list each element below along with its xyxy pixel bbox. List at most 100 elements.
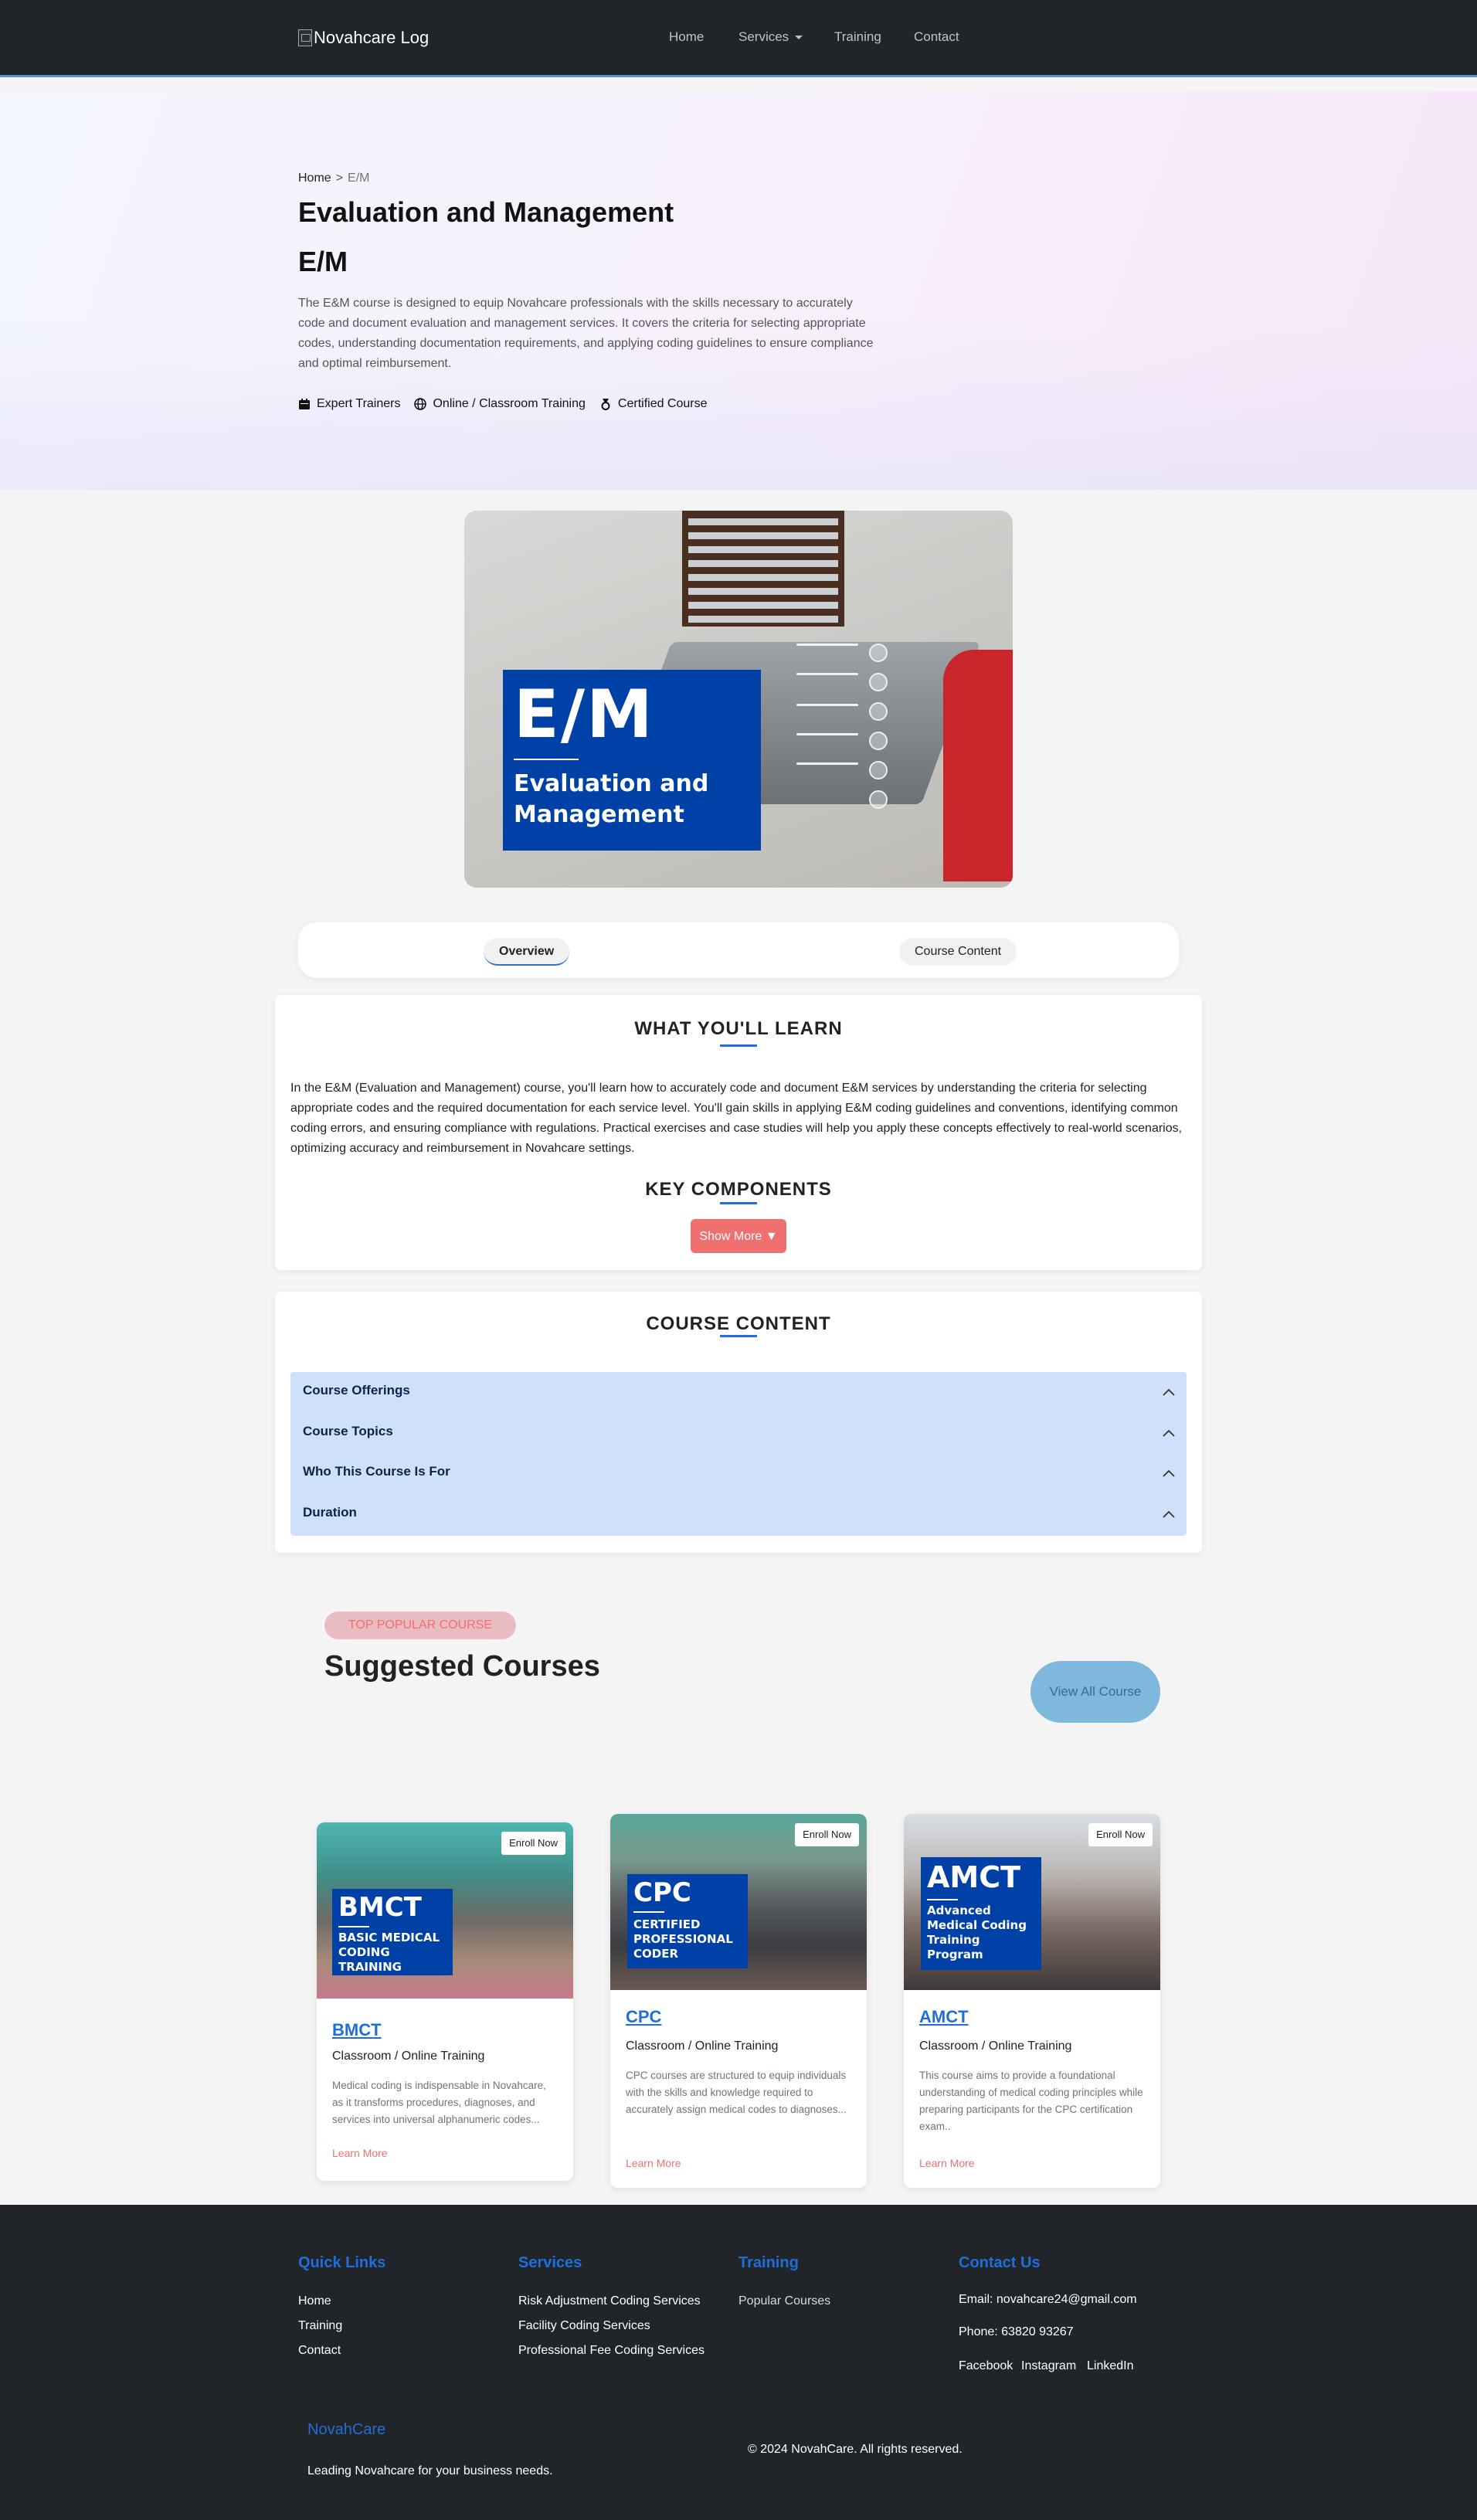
course-card-bmct: BMCT BASIC MEDICAL CODING TRAINING Enroll … [317, 1822, 573, 2181]
course-description: This course aims to provide a foundation… [919, 2070, 1143, 2132]
hero-section [0, 91, 1477, 490]
course-name-link[interactable]: AMCT [919, 2007, 969, 2027]
footer-link-popular-courses[interactable]: Popular Courses [738, 2294, 830, 2308]
course-content-title: COURSE CONTENT [646, 1313, 831, 1334]
footer-link-instagram[interactable]: Instagram [1021, 2359, 1076, 2373]
feature-label: Expert Trainers [317, 397, 401, 410]
learn-section-text: In the E&M (Evaluation and Management) c… [290, 1082, 1183, 1155]
nav-link-contact[interactable]: Contact [914, 29, 959, 45]
breadcrumb-chevron-icon: > [335, 172, 344, 185]
course-card-image: AMCT Advanced Medical Coding Training Progr… [904, 1814, 1160, 1990]
course-card-image: CPC CERTIFIED PROFESSIONAL CODER Enroll No… [610, 1814, 867, 1990]
badge-title: E/M [514, 676, 654, 753]
breadcrumb-current: E/M [348, 172, 370, 185]
checkmark-circle-icon [869, 673, 888, 691]
enroll-now-button[interactable]: Enroll Now [1088, 1823, 1153, 1846]
course-description: Medical coding is indispensable in Novah… [332, 2080, 546, 2125]
checkmark-circle-icon [869, 644, 888, 662]
course-content-card: COURSE CONTENT Course Offerings Course T… [275, 1292, 1202, 1553]
accordion-label: Course Offerings [303, 1383, 410, 1398]
site-logo[interactable]: Novahcare Log [298, 28, 429, 48]
course-badge: AMCT Advanced Medical Coding Training Progr… [921, 1857, 1041, 1970]
course-card-cpc: CPC CERTIFIED PROFESSIONAL CODER Enroll No… [610, 1814, 867, 2188]
medal-icon [601, 399, 610, 410]
footer-contact-title: Contact Us [959, 2254, 1041, 2271]
footer-link-home[interactable]: Home [298, 2294, 331, 2308]
footer-brand: NovahCare [307, 2421, 386, 2438]
course-name-link[interactable]: CPC [626, 2007, 661, 2027]
tab-overview[interactable]: Overview [484, 938, 570, 966]
footer-link-professional-fee[interactable]: Professional Fee Coding Services [518, 2344, 705, 2358]
feature-label: Online / Classroom Training [433, 397, 586, 410]
feature-certified: Certified Course [599, 397, 708, 411]
circle-icon [869, 702, 888, 721]
breadcrumb: Home > E/M [298, 172, 369, 185]
learn-more-link[interactable]: Learn More [919, 2157, 975, 2169]
tab-course-content[interactable]: Course Content [899, 938, 1017, 966]
course-description: CPC courses are structured to equip indi… [626, 2070, 847, 2115]
top-popular-badge: TOP POPULAR COURSE [324, 1612, 516, 1639]
nav-services-label: Services [738, 29, 789, 44]
feature-list: Expert Trainers Online / Classroom Train… [298, 397, 708, 411]
feature-label: Certified Course [617, 397, 708, 410]
footer-training-title: Training [738, 2254, 799, 2271]
calendar-icon [299, 399, 310, 409]
show-more-button[interactable]: Show More ▼ [691, 1219, 786, 1253]
accordion-course-topics[interactable]: Course Topics [303, 1424, 1176, 1447]
section-underline [720, 1044, 757, 1047]
caret-down-icon [795, 36, 803, 40]
chevron-up-icon [1163, 1510, 1175, 1518]
suggested-courses-title: Suggested Courses [324, 1650, 600, 1683]
footer-copyright: © 2024 NovahCare. All rights reserved. [748, 2443, 963, 2456]
broken-image-icon [298, 29, 312, 46]
footer-link-risk-adjustment[interactable]: Risk Adjustment Coding Services [518, 2294, 701, 2308]
course-banner-image: E/M Evaluation and Management [464, 511, 1013, 888]
footer-email: Email: novahcare24@gmail.com [959, 2293, 1137, 2306]
chevron-up-icon [1163, 1429, 1175, 1437]
footer-link-training[interactable]: Training [298, 2319, 342, 2333]
course-mode: Classroom / Online Training [626, 2039, 779, 2053]
nav-link-home[interactable]: Home [669, 29, 704, 45]
accordion-label: Course Topics [303, 1424, 393, 1438]
logo-alt-text: Novahcare Log [314, 28, 430, 47]
view-all-courses-button[interactable]: View All Course [1031, 1661, 1160, 1723]
enroll-now-button[interactable]: Enroll Now [501, 1832, 565, 1855]
course-card-image: BMCT BASIC MEDICAL CODING TRAINING Enroll … [317, 1822, 573, 1999]
key-components-title: KEY COMPONENTS [645, 1179, 832, 1200]
footer-tagline: Leading Novahcare for your business need… [307, 2464, 553, 2478]
course-card-amct: AMCT Advanced Medical Coding Training Progr… [904, 1814, 1160, 2188]
footer-link-linkedin[interactable]: LinkedIn [1087, 2359, 1134, 2373]
course-tabs: Overview Course Content [298, 922, 1179, 978]
course-badge: BMCT BASIC MEDICAL CODING TRAINING [332, 1889, 453, 1975]
red-sleeve-illustration [943, 650, 1013, 881]
enroll-now-button[interactable]: Enroll Now [795, 1823, 859, 1846]
breadcrumb-home[interactable]: Home [298, 172, 331, 185]
accordion-label: Who This Course Is For [303, 1464, 450, 1479]
learn-more-link[interactable]: Learn More [626, 2157, 681, 2169]
course-content-accordion: Course Offerings Course Topics Who This … [290, 1372, 1187, 1536]
course-name-link[interactable]: BMCT [332, 2020, 382, 2040]
learn-section-title: WHAT YOU'LL LEARN [634, 1018, 843, 1039]
course-mode: Classroom / Online Training [919, 2039, 1072, 2053]
footer-phone: Phone: 63820 93267 [959, 2325, 1074, 2338]
accordion-who-for[interactable]: Who This Course Is For [303, 1464, 1176, 1487]
badge-subtitle: Evaluation and Management [514, 770, 709, 828]
accordion-course-offerings[interactable]: Course Offerings [303, 1383, 1176, 1406]
site-footer: Quick Links Home Training Contact Servic… [0, 2205, 1477, 2520]
what-youll-learn-card: WHAT YOU'LL LEARN In the E&M (Evaluation… [275, 995, 1202, 1270]
accordion-duration[interactable]: Duration [303, 1505, 1176, 1528]
window-blinds [682, 511, 844, 627]
feature-online-classroom: Online / Classroom Training [414, 397, 586, 411]
course-mode: Classroom / Online Training [332, 2050, 485, 2063]
learn-more-link[interactable]: Learn More [332, 2147, 388, 2159]
nav-link-training[interactable]: Training [834, 29, 881, 45]
circle-icon [869, 761, 888, 779]
nav-link-services[interactable]: Services [738, 29, 803, 45]
footer-link-facebook[interactable]: Facebook [959, 2359, 1013, 2373]
chevron-up-icon [1163, 1469, 1175, 1477]
page-title: Evaluation and Management [298, 196, 674, 228]
footer-link-contact[interactable]: Contact [298, 2344, 341, 2358]
footer-link-facility-coding[interactable]: Facility Coding Services [518, 2319, 650, 2333]
circle-icon [869, 790, 888, 809]
chevron-up-icon [1163, 1388, 1175, 1396]
